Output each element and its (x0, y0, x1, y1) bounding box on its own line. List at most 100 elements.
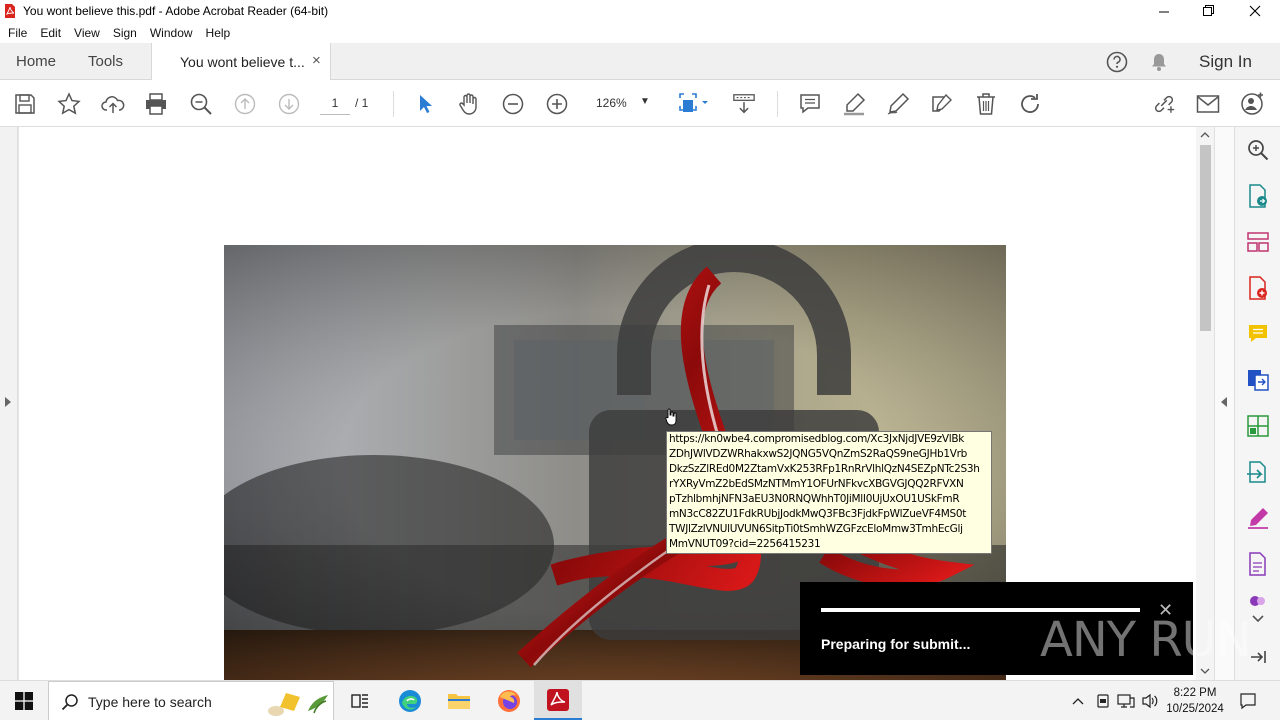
page-number-input[interactable]: 1 (320, 93, 350, 115)
close-window-button[interactable] (1232, 0, 1278, 22)
windows-taskbar: Type here to search 8:22 PM 10/25/2024 (0, 680, 1280, 720)
cursor-arrow-icon (420, 95, 432, 113)
fill-sign-button[interactable] (930, 92, 954, 116)
comment-button[interactable] (798, 92, 822, 116)
chevron-right-icon (5, 397, 11, 407)
comment-icon (800, 94, 820, 114)
printer-icon (146, 93, 166, 115)
share-link-button[interactable] (1152, 92, 1176, 116)
toolbar-divider (393, 91, 394, 117)
start-button[interactable] (0, 681, 48, 720)
comment-tool[interactable] (1246, 322, 1270, 346)
save-button[interactable] (13, 92, 37, 116)
menu-edit[interactable]: Edit (40, 26, 61, 40)
task-view-button[interactable] (336, 681, 384, 720)
highlight-button[interactable] (842, 92, 866, 116)
draw-button[interactable] (886, 92, 910, 116)
next-page-button[interactable] (277, 92, 301, 116)
file-explorer-taskbar-button[interactable] (435, 681, 483, 720)
restore-button[interactable] (1186, 0, 1232, 22)
protect-tool[interactable] (1246, 552, 1270, 576)
menu-help[interactable]: Help (206, 26, 231, 40)
fill-sign-pen-icon (1248, 508, 1268, 529)
action-center-button[interactable] (1238, 691, 1258, 711)
notification-message: Preparing for submit... (821, 636, 971, 652)
more-tools-button[interactable] (1246, 594, 1270, 608)
scroll-mode-button[interactable] (732, 92, 756, 116)
acrobat-taskbar-button[interactable] (534, 681, 582, 720)
zoom-in-button[interactable] (545, 92, 569, 116)
chevron-left-icon (1221, 397, 1227, 407)
send-tool[interactable] (1246, 460, 1270, 484)
tooltip-line: https://kn0wbe4.compromisedblog.com/Xc3J… (669, 433, 965, 445)
magnifier-minus-icon (190, 93, 212, 115)
acrobat-logo-icon (5, 4, 15, 18)
combine-files-tool[interactable] (1246, 368, 1270, 392)
help-button[interactable] (1106, 51, 1128, 73)
edit-pdf-tool[interactable] (1246, 414, 1270, 438)
search-icon (61, 694, 78, 711)
select-tool-button[interactable] (413, 92, 437, 116)
find-zoom-button[interactable] (189, 92, 213, 116)
comment-yellow-icon (1249, 325, 1267, 342)
bookmark-star-button[interactable] (57, 92, 81, 116)
tab-tools[interactable]: Tools (88, 53, 123, 70)
toolbar-divider (777, 91, 778, 117)
link-icon (1154, 95, 1175, 113)
tab-document[interactable]: You wont believe t... × (151, 43, 331, 80)
scrollbar-thumb[interactable] (1200, 145, 1211, 331)
firefox-taskbar-button[interactable] (485, 681, 533, 720)
upload-button[interactable] (101, 92, 125, 116)
search-tool-button[interactable] (1246, 138, 1270, 162)
minimize-button[interactable] (1141, 0, 1187, 22)
zoom-select[interactable]: 126% ▼ (590, 93, 656, 115)
create-pdf-tool[interactable] (1246, 276, 1270, 300)
edge-taskbar-button[interactable] (386, 681, 434, 720)
rotate-button[interactable] (1018, 92, 1042, 116)
network-button[interactable] (1116, 691, 1136, 711)
left-panel-toggle[interactable] (0, 127, 18, 680)
system-clock[interactable]: 8:22 PM 10/25/2024 (1162, 685, 1228, 717)
acrobat-reader-icon (547, 688, 569, 711)
menu-window[interactable]: Window (150, 26, 193, 40)
account-share-button[interactable] (1240, 92, 1264, 116)
fill-and-sign-tool[interactable] (1246, 506, 1270, 530)
page-view-button[interactable] (678, 92, 712, 116)
menu-file[interactable]: File (8, 26, 27, 40)
hand-tool-button[interactable] (457, 92, 481, 116)
vertical-scrollbar[interactable] (1196, 127, 1214, 680)
tray-overflow-button[interactable] (1068, 691, 1088, 711)
email-button[interactable] (1196, 92, 1220, 116)
send-file-icon (1247, 461, 1266, 483)
menu-sign[interactable]: Sign (113, 26, 137, 40)
zoom-out-button[interactable] (501, 92, 525, 116)
print-button[interactable] (144, 92, 168, 116)
restore-icon (1203, 5, 1214, 16)
tab-home[interactable]: Home (16, 53, 56, 70)
help-icon (1106, 51, 1128, 73)
tray-device-button[interactable] (1093, 691, 1113, 711)
export-pdf-tool[interactable] (1246, 184, 1270, 208)
chevron-up-icon (1072, 698, 1084, 705)
organize-pages-tool[interactable] (1246, 230, 1270, 254)
right-tools-panel (1234, 127, 1280, 680)
title-bar: You wont believe this.pdf - Adobe Acroba… (0, 0, 1280, 22)
sign-in-button[interactable]: Sign In (1199, 52, 1252, 72)
chevron-down-icon: ▼ (640, 96, 650, 107)
taskbar-search[interactable]: Type here to search (48, 681, 334, 720)
volume-button[interactable] (1140, 691, 1160, 711)
tab-document-label: You wont believe t... (180, 54, 305, 70)
tooltip-line: DkzSzZlREd0M2ZtamVxK253RFp1RnRrVlhlQzN4S… (669, 463, 980, 475)
delete-button[interactable] (974, 92, 998, 116)
highlighter-icon (844, 92, 866, 116)
notifications-button[interactable] (1148, 51, 1170, 73)
star-icon (57, 92, 81, 115)
search-placeholder: Type here to search (88, 694, 212, 710)
speaker-icon (1142, 693, 1158, 709)
right-panel-toggle[interactable] (1214, 127, 1234, 680)
previous-page-button[interactable] (233, 92, 257, 116)
menu-view[interactable]: View (74, 26, 100, 40)
edit-pages-icon (1247, 415, 1269, 437)
more-tools-icon (1250, 596, 1265, 606)
tab-close-button[interactable]: × (312, 52, 321, 69)
